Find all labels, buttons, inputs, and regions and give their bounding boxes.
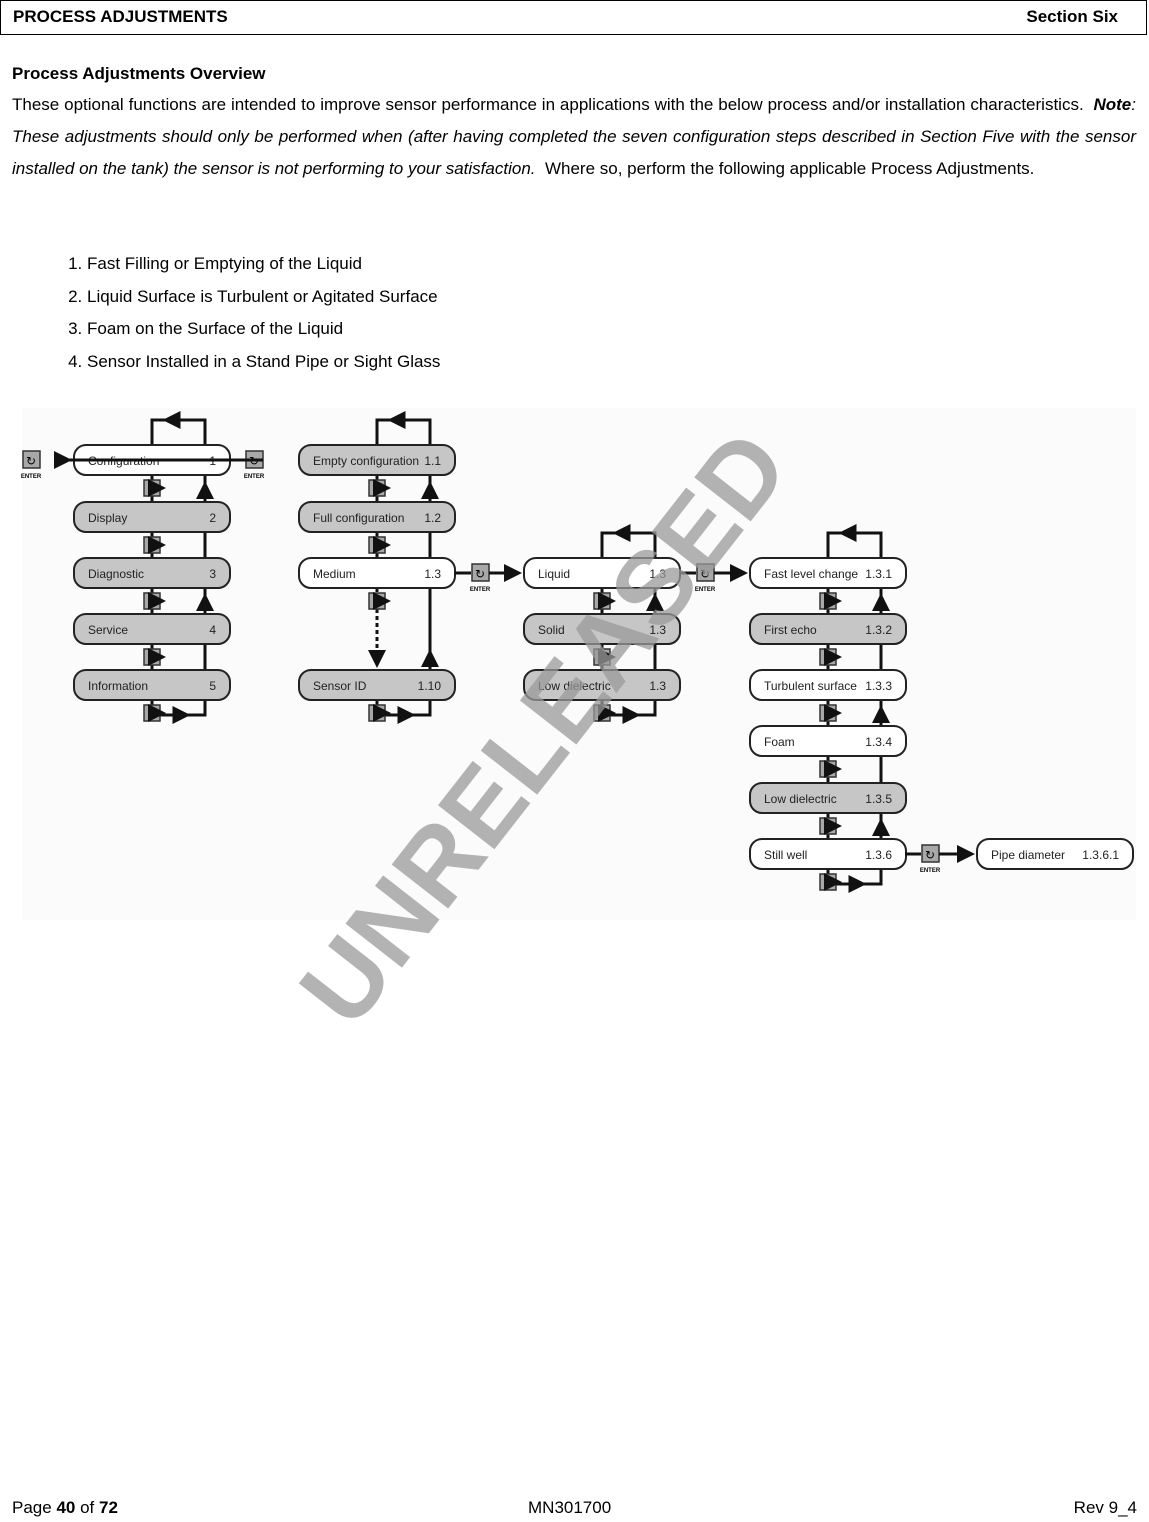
page-number: Page 40 of 72 (12, 1498, 118, 1517)
list-item: Foam on the Surface of the Liquid (87, 313, 440, 346)
enter-symbol: ↻ (26, 454, 36, 468)
menu-label: Fast level change (764, 567, 858, 581)
enter-symbol: ↻ (475, 567, 485, 581)
menu-label: Sensor ID (313, 679, 367, 693)
menu-code: 5 (209, 679, 216, 693)
intro-text: These optional functions are intended to… (12, 95, 1084, 114)
menu-label: Diagnostic (88, 567, 144, 581)
menu-code: 1.3.2 (865, 623, 892, 637)
menu-label: Empty configuration (313, 454, 419, 468)
menu-label: Full configuration (313, 511, 404, 525)
section-title: Process Adjustments Overview (12, 64, 266, 83)
menu-code: 1.3.1 (865, 567, 892, 581)
menu-code: 2 (209, 511, 216, 525)
list-item: Sensor Installed in a Stand Pipe or Sigh… (87, 346, 440, 379)
menu-code: 1.3.4 (865, 735, 892, 749)
overview-paragraph: These optional functions are intended to… (12, 95, 1136, 178)
menu-label: Still well (764, 848, 807, 862)
list-item: Liquid Surface is Turbulent or Agitated … (87, 281, 440, 314)
menu-code: 1.1 (424, 454, 441, 468)
enter-label: ENTER (21, 474, 42, 480)
enter-symbol: ↻ (925, 848, 935, 862)
menu-code: 1.3.5 (865, 792, 892, 806)
document-page: PROCESS ADJUSTMENTS Section Six Process … (0, 0, 1149, 1522)
menu-label: Information (88, 679, 148, 693)
menu-code: 1.2 (424, 511, 441, 525)
menu-code: 1.10 (418, 679, 442, 693)
menu-label: Medium (313, 567, 356, 581)
doc-number: MN301700 (528, 1498, 612, 1517)
enter-label: ENTER (244, 474, 265, 480)
enter-label: ENTER (920, 868, 941, 874)
note-emphasis: These adjustments (12, 127, 157, 146)
header-section: Section Six (1026, 7, 1118, 26)
menu-code: 4 (209, 623, 216, 637)
menu-code: 1.3.6.1 (1082, 848, 1119, 862)
header-title: PROCESS ADJUSTMENTS (13, 7, 228, 26)
adjustment-list: Fast Filling or Emptying of the Liquid L… (49, 248, 440, 378)
revision: Rev 9_4 (1073, 1498, 1137, 1517)
enter-label: ENTER (470, 587, 491, 593)
outro-text: Where so, perform the following applicab… (544, 159, 1035, 178)
menu-code: 1.3.6 (865, 848, 892, 862)
menu-label: Pipe diameter (991, 848, 1065, 862)
menu-label: Display (88, 511, 127, 525)
menu-label: First echo (764, 623, 817, 637)
menu-code: 3 (209, 567, 216, 581)
menu-code: 1.3 (424, 567, 441, 581)
menu-label: Liquid (538, 567, 570, 581)
list-item: Fast Filling or Emptying of the Liquid (87, 248, 440, 281)
menu-navigation-diagram: Configuration 1Display 2Diagnostic 3Service… (21, 408, 1136, 1046)
menu-label: Low dielectric (764, 792, 837, 806)
menu-label: Turbulent surface (764, 679, 857, 693)
note-label: Note (1093, 95, 1132, 114)
menu-label: Service (88, 623, 128, 637)
menu-code: 1.3.3 (865, 679, 892, 693)
page-header: PROCESS ADJUSTMENTS Section Six (0, 0, 1147, 35)
menu-label: Foam (764, 735, 795, 749)
